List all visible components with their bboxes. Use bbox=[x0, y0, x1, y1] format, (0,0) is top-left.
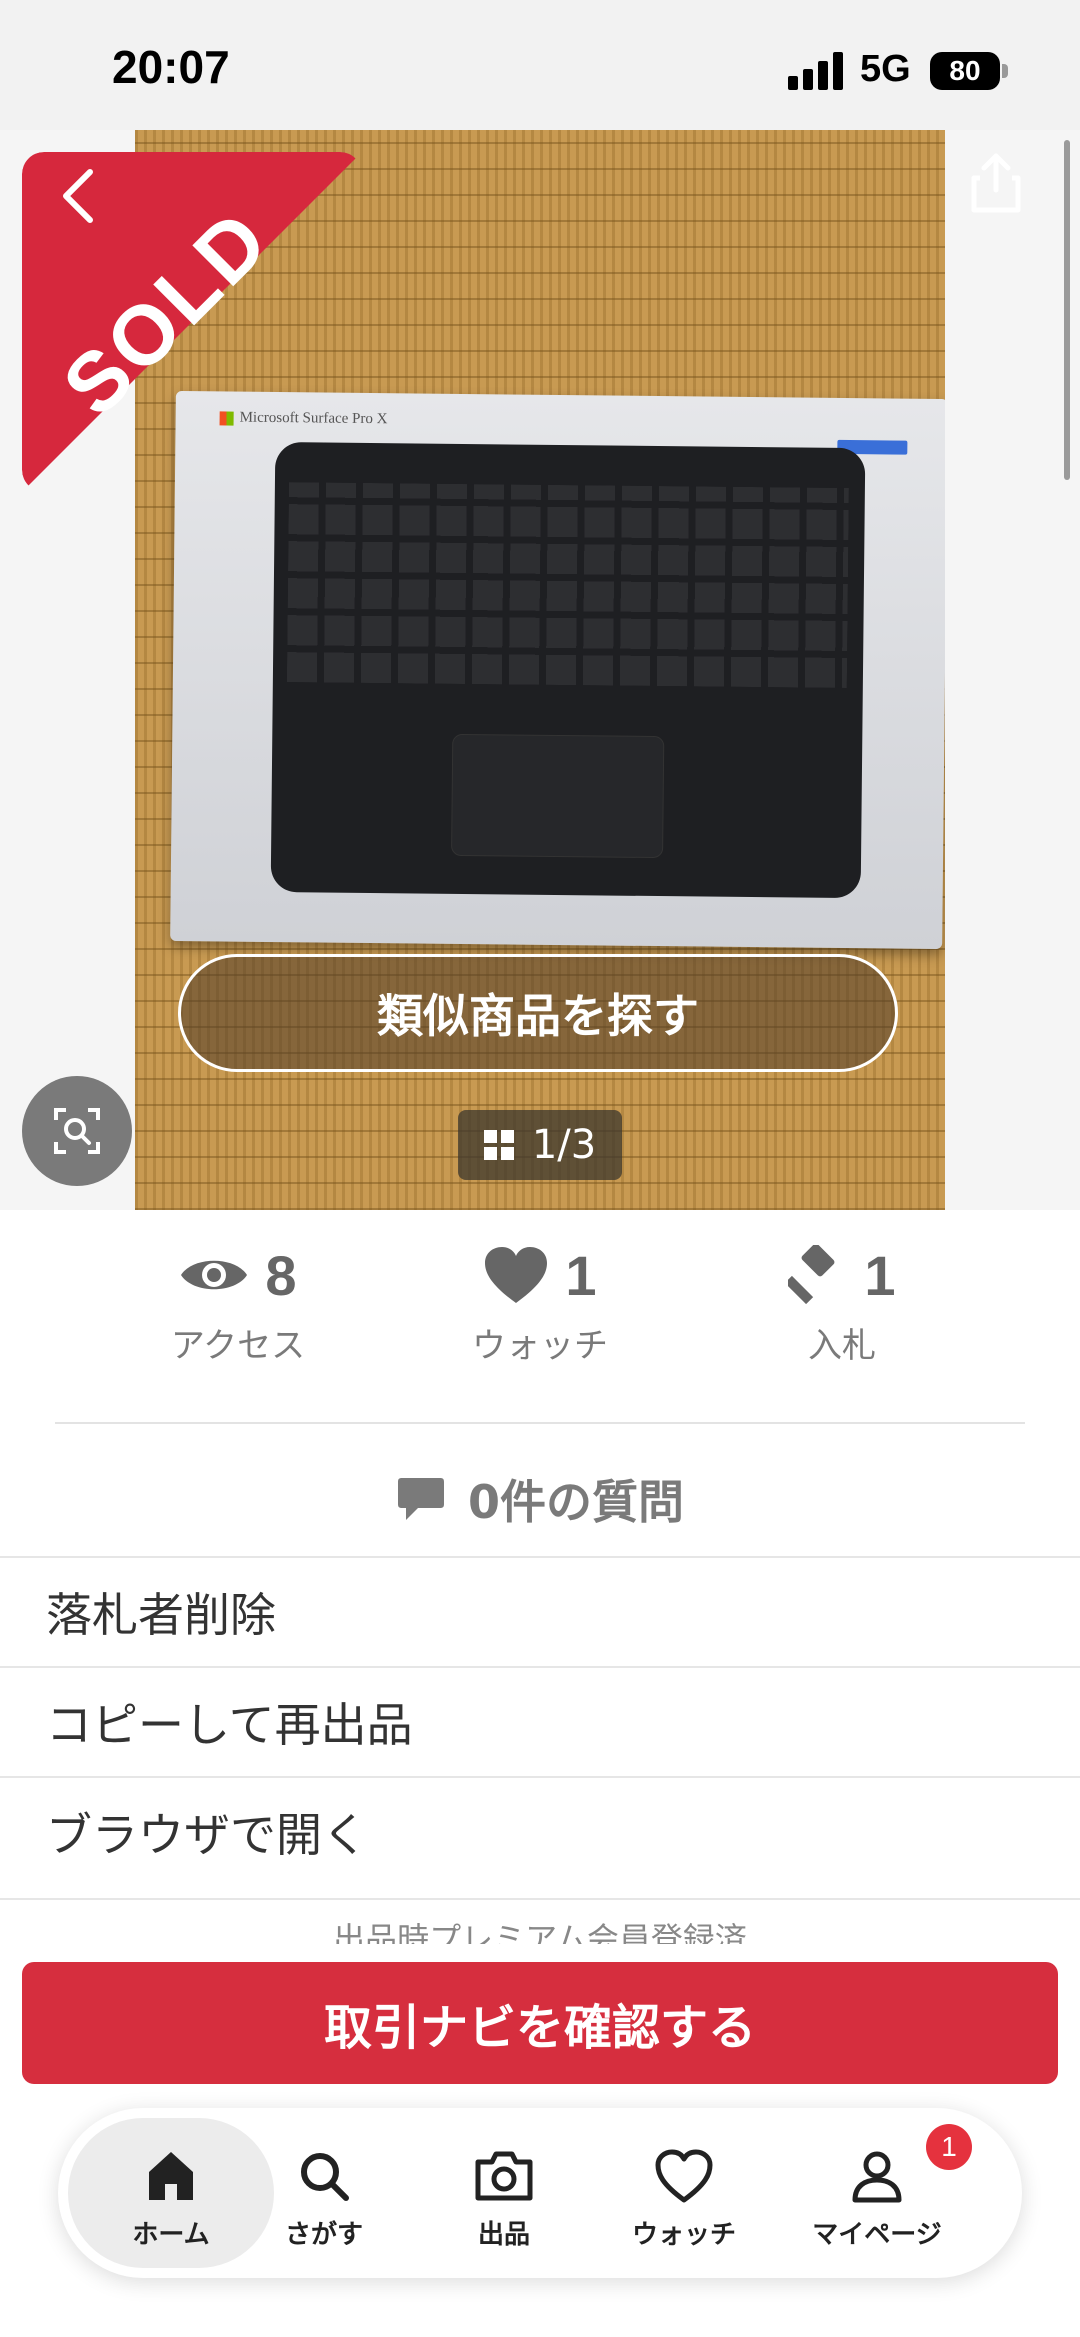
trackpad bbox=[451, 733, 665, 859]
home-icon bbox=[149, 2152, 193, 2200]
action-menu: 落札者削除 コピーして再出品 ブラウザで開く bbox=[0, 1556, 1080, 1886]
watch-count: 1 bbox=[565, 1243, 597, 1307]
stat-access: 8 アクセス bbox=[88, 1240, 388, 1390]
keyboard-image bbox=[270, 442, 866, 899]
tab-search[interactable]: さがす bbox=[234, 2118, 414, 2268]
notification-badge: 1 bbox=[926, 2124, 972, 2170]
keys bbox=[286, 482, 849, 689]
bid-label: 入札 bbox=[808, 1326, 876, 1366]
scrollbar[interactable] bbox=[1064, 140, 1070, 480]
stat-watch[interactable]: 1 ウォッチ bbox=[390, 1240, 690, 1390]
share-button[interactable] bbox=[966, 150, 1046, 230]
comment-icon bbox=[397, 1478, 444, 1520]
camera-icon bbox=[475, 2151, 533, 2201]
stats-bar: 8 アクセス 1 ウォッチ 1 入札 bbox=[0, 1240, 1080, 1390]
stat-bid: 1 入札 bbox=[692, 1240, 992, 1390]
questions-label: 0件の質問 bbox=[467, 1475, 684, 1529]
access-count: 8 bbox=[265, 1243, 297, 1307]
signal-icon bbox=[788, 52, 848, 90]
menu-item-remove-winner[interactable]: 落札者削除 bbox=[0, 1556, 1080, 1666]
divider bbox=[55, 1422, 1025, 1424]
battery-tip bbox=[1002, 64, 1008, 78]
menu-item-label: 落札者削除 bbox=[46, 1588, 276, 1642]
status-time: 20:07 bbox=[112, 41, 230, 93]
page-indicator: 1/3 bbox=[458, 1110, 622, 1180]
tab-sell[interactable]: 出品 bbox=[414, 2118, 594, 2268]
watch-label: ウォッチ bbox=[472, 1326, 608, 1366]
eye-icon bbox=[181, 1260, 248, 1290]
person-icon bbox=[852, 2151, 902, 2203]
product-image-area[interactable]: Microsoft Surface Pro X SOLD 類似商品を探す 1/3 bbox=[0, 130, 1080, 1210]
image-search-button[interactable] bbox=[22, 1076, 132, 1186]
premium-note: 出品時プレミアム会員登録済 bbox=[0, 1898, 1080, 1944]
chevron-left-icon bbox=[63, 169, 93, 223]
battery-icon: 80 bbox=[930, 52, 1000, 90]
search-icon bbox=[301, 2153, 349, 2201]
menu-item-label: ブラウザで開く bbox=[46, 1808, 368, 1862]
bid-count: 1 bbox=[864, 1243, 896, 1307]
network-label: 5G bbox=[860, 48, 911, 90]
menu-item-copy-relist[interactable]: コピーして再出品 bbox=[0, 1666, 1080, 1776]
status-bar: 20:07 5G 80 bbox=[0, 0, 1080, 130]
menu-item-label: コピーして再出品 bbox=[46, 1698, 413, 1752]
image-search-icon bbox=[54, 1108, 100, 1154]
menu-item-open-browser[interactable]: ブラウザで開く bbox=[0, 1776, 1080, 1886]
questions-link[interactable]: 0件の質問 bbox=[0, 1440, 1080, 1558]
page-count: 1/3 bbox=[531, 1122, 597, 1168]
back-button[interactable] bbox=[46, 150, 116, 240]
tab-watch[interactable]: ウォッチ bbox=[594, 2118, 774, 2268]
share-icon bbox=[971, 153, 1021, 213]
transaction-navi-button[interactable]: 取引ナビを確認する bbox=[22, 1962, 1058, 2084]
access-label: アクセス bbox=[170, 1326, 306, 1366]
heart-filled-icon bbox=[485, 1247, 548, 1303]
bottom-tab-bar: ホーム さがす 出品 ウォッチ マイページ 1 bbox=[58, 2108, 1022, 2278]
find-similar-button[interactable]: 類似商品を探す bbox=[178, 954, 898, 1072]
grid-icon bbox=[483, 1130, 514, 1160]
gavel-icon bbox=[788, 1245, 835, 1305]
heart-icon bbox=[655, 2149, 713, 2203]
